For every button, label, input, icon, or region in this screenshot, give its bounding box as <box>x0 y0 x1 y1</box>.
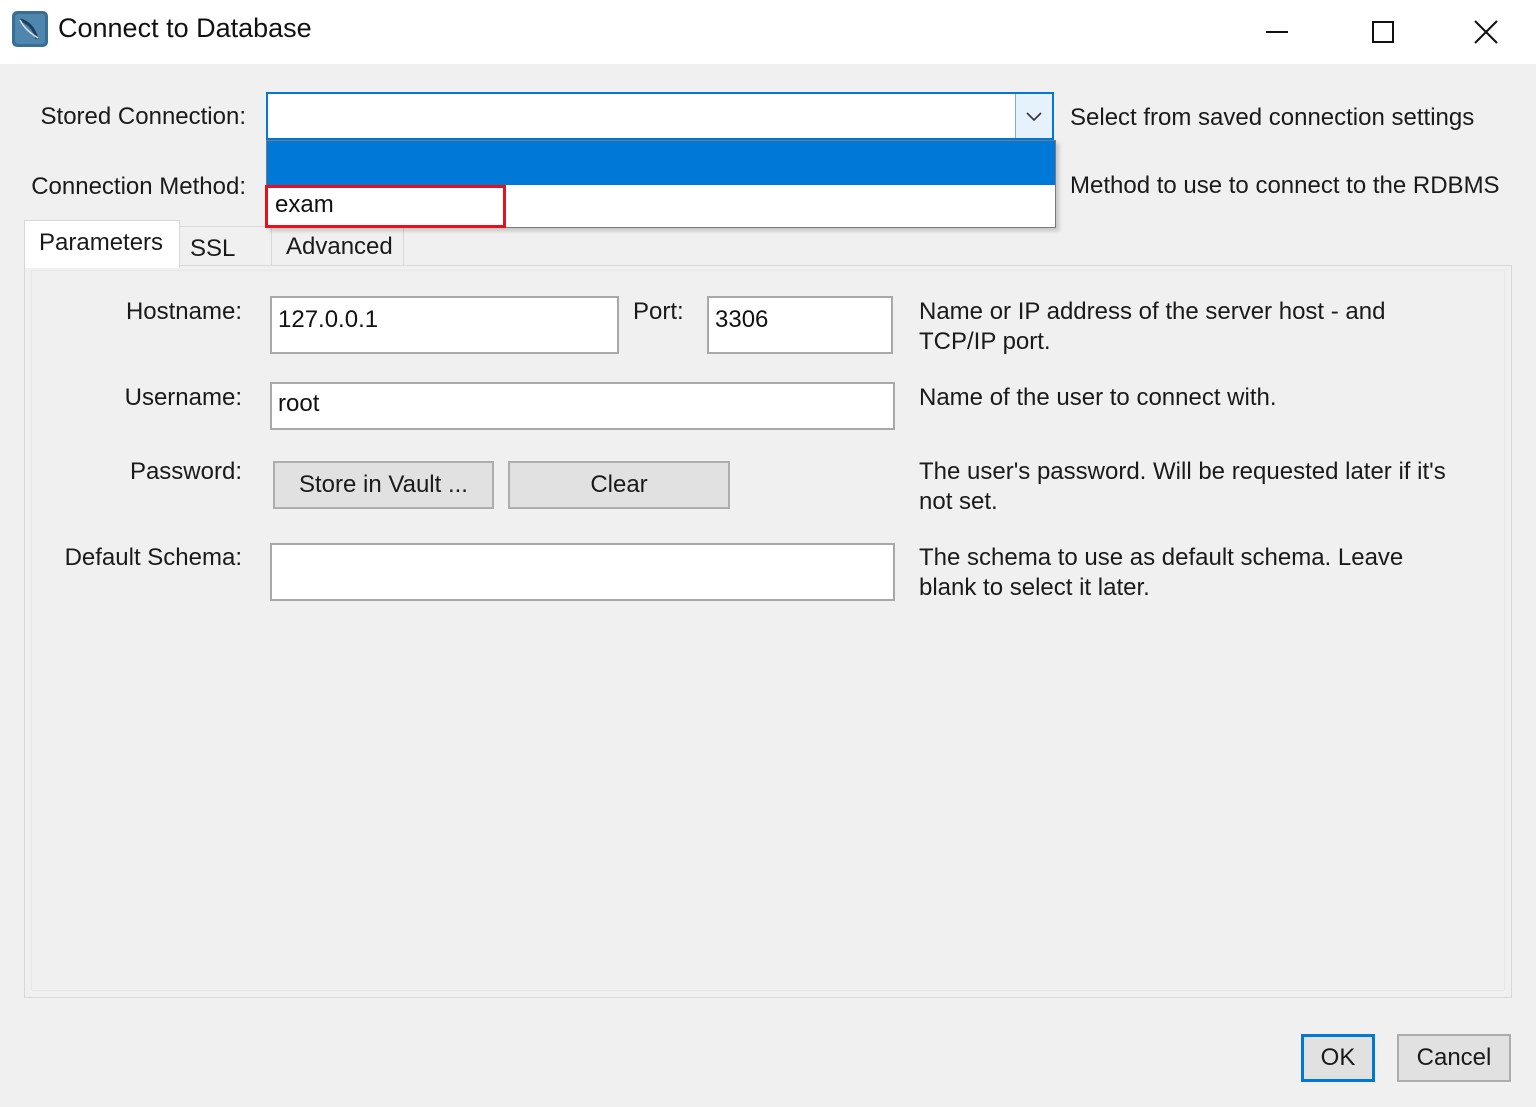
ok-button[interactable]: OK <box>1301 1034 1375 1082</box>
hostname-input[interactable]: 127.0.0.1 <box>270 296 619 354</box>
username-help: Name of the user to connect with. <box>919 384 1277 411</box>
port-label: Port: <box>633 298 684 325</box>
password-help: The user's password. Will be requested l… <box>919 458 1446 515</box>
title-bar: Connect to Database <box>0 0 1536 64</box>
dropdown-item-empty[interactable] <box>267 141 1055 185</box>
chevron-down-icon <box>1026 112 1042 122</box>
combobox-dropdown-button[interactable] <box>1015 94 1052 138</box>
cancel-button[interactable]: Cancel <box>1397 1034 1511 1082</box>
tab-advanced[interactable]: Advanced <box>272 226 404 266</box>
window-title: Connect to Database <box>58 13 312 43</box>
connection-method-help: Method to use to connect to the RDBMS <box>1070 172 1500 199</box>
parameters-panel <box>24 265 1512 998</box>
hostname-label: Hostname: <box>125 298 242 325</box>
default-schema-input[interactable] <box>270 543 895 601</box>
mysql-workbench-dolphin-icon <box>12 11 48 47</box>
highlight-annotation-box <box>265 185 506 228</box>
parameters-panel-inner <box>31 270 1505 991</box>
stored-connection-help: Select from saved connection settings <box>1070 104 1475 131</box>
port-input[interactable]: 3306 <box>707 296 893 354</box>
minimize-icon <box>1266 31 1288 33</box>
stored-connection-combobox[interactable] <box>266 92 1054 140</box>
close-icon <box>1474 20 1498 44</box>
store-in-vault-button[interactable]: Store in Vault ... <box>273 461 494 509</box>
default-schema-help: The schema to use as default schema. Lea… <box>919 544 1404 601</box>
maximize-button[interactable] <box>1330 0 1436 64</box>
connection-method-label: Connection Method: <box>31 173 246 200</box>
stored-connection-label: Stored Connection: <box>40 103 246 130</box>
username-label: Username: <box>124 384 242 411</box>
close-button[interactable] <box>1436 0 1536 64</box>
password-label: Password: <box>129 458 242 485</box>
clear-password-button[interactable]: Clear <box>508 461 730 509</box>
username-input[interactable]: root <box>270 382 895 430</box>
tab-parameters[interactable]: Parameters <box>24 220 180 268</box>
tab-ssl[interactable]: SSL <box>180 226 272 266</box>
maximize-icon <box>1372 21 1394 43</box>
hostname-help: Name or IP address of the server host - … <box>919 298 1386 355</box>
default-schema-label: Default Schema: <box>64 544 242 571</box>
minimize-button[interactable] <box>1224 0 1330 64</box>
